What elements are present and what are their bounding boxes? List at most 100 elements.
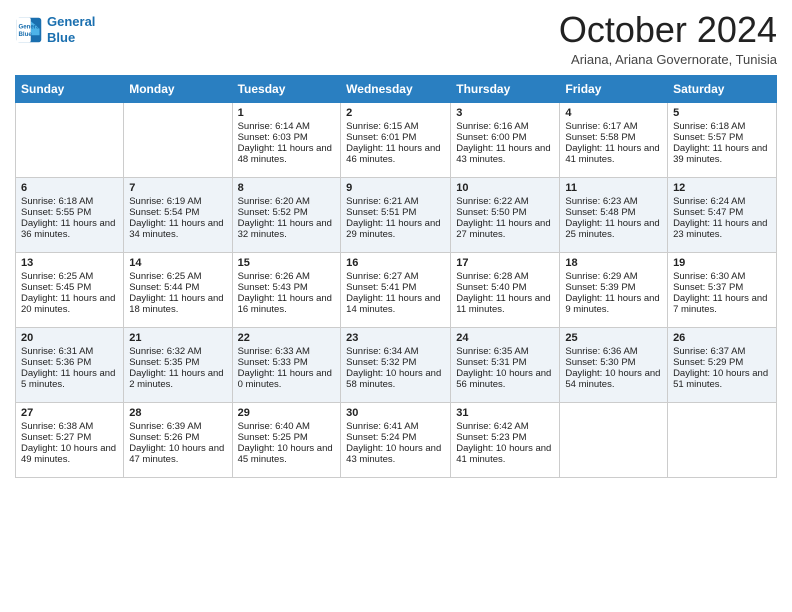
sunrise-text: Sunrise: 6:21 AM <box>346 196 418 207</box>
title-block: October 2024 Ariana, Ariana Governorate,… <box>559 10 777 67</box>
day-number: 27 <box>21 407 118 419</box>
sunrise-text: Sunrise: 6:39 AM <box>129 421 201 432</box>
sunset-text: Sunset: 5:57 PM <box>673 132 743 143</box>
sunrise-text: Sunrise: 6:37 AM <box>673 346 745 357</box>
day-number: 11 <box>565 182 662 194</box>
day-cell-3-5: 25Sunrise: 6:36 AMSunset: 5:30 PMDayligh… <box>560 327 668 402</box>
header-monday: Monday <box>124 75 232 102</box>
sunset-text: Sunset: 6:00 PM <box>456 132 526 143</box>
weekday-header-row: Sunday Monday Tuesday Wednesday Thursday… <box>16 75 777 102</box>
day-number: 23 <box>346 332 445 344</box>
day-cell-1-2: 8 Sunrise: 6:20 AMSunset: 5:52 PMDaylight… <box>232 177 341 252</box>
day-cell-1-0: 6Sunrise: 6:18 AMSunset: 5:55 PMDaylight… <box>16 177 124 252</box>
daylight-text: Daylight: 11 hours and 27 minutes. <box>456 218 550 240</box>
day-cell-2-4: 17Sunrise: 6:28 AMSunset: 5:40 PMDayligh… <box>451 252 560 327</box>
day-number: 18 <box>565 257 662 269</box>
sunset-text: Sunset: 5:39 PM <box>565 282 635 293</box>
sunset-text: Sunset: 5:32 PM <box>346 357 416 368</box>
daylight-text: Daylight: 10 hours and 43 minutes. <box>346 443 441 465</box>
sunset-text: Sunset: 5:41 PM <box>346 282 416 293</box>
sunrise-text: Sunrise: 6:42 AM <box>456 421 528 432</box>
sunrise-text: Sunrise: 6:41 AM <box>346 421 418 432</box>
day-cell-3-6: 26Sunrise: 6:37 AMSunset: 5:29 PMDayligh… <box>668 327 777 402</box>
sunset-text: Sunset: 5:44 PM <box>129 282 199 293</box>
sunset-text: Sunset: 5:48 PM <box>565 207 635 218</box>
day-cell-2-1: 14Sunrise: 6:25 AMSunset: 5:44 PMDayligh… <box>124 252 232 327</box>
day-cell-2-2: 15Sunrise: 6:26 AMSunset: 5:43 PMDayligh… <box>232 252 341 327</box>
daylight-text: Daylight: 11 hours and 14 minutes. <box>346 293 440 315</box>
day-cell-3-3: 23Sunrise: 6:34 AMSunset: 5:32 PMDayligh… <box>341 327 451 402</box>
daylight-text: Daylight: 11 hours and 32 minutes. <box>238 218 332 240</box>
daylight-text: Daylight: 10 hours and 58 minutes. <box>346 368 441 390</box>
header-thursday: Thursday <box>451 75 560 102</box>
day-cell-2-5: 18Sunrise: 6:29 AMSunset: 5:39 PMDayligh… <box>560 252 668 327</box>
header-saturday: Saturday <box>668 75 777 102</box>
sunrise-text: Sunrise: 6:26 AM <box>238 271 310 282</box>
sunset-text: Sunset: 5:33 PM <box>238 357 308 368</box>
day-cell-0-3: 2Sunrise: 6:15 AMSunset: 6:01 PMDaylight… <box>341 102 451 177</box>
day-cell-0-6: 5Sunrise: 6:18 AMSunset: 5:57 PMDaylight… <box>668 102 777 177</box>
day-cell-1-5: 11Sunrise: 6:23 AMSunset: 5:48 PMDayligh… <box>560 177 668 252</box>
daylight-text: Daylight: 11 hours and 46 minutes. <box>346 143 440 165</box>
sunset-text: Sunset: 5:43 PM <box>238 282 308 293</box>
day-cell-2-3: 16Sunrise: 6:27 AMSunset: 5:41 PMDayligh… <box>341 252 451 327</box>
daylight-text: Daylight: 11 hours and 23 minutes. <box>673 218 767 240</box>
day-number: 29 <box>238 407 336 419</box>
day-number: 31 <box>456 407 554 419</box>
page: General Blue General Blue October 2024 A… <box>0 0 792 612</box>
sunset-text: Sunset: 5:29 PM <box>673 357 743 368</box>
header-friday: Friday <box>560 75 668 102</box>
sunset-text: Sunset: 5:24 PM <box>346 432 416 443</box>
sunset-text: Sunset: 5:58 PM <box>565 132 635 143</box>
day-number: 12 <box>673 182 771 194</box>
daylight-text: Daylight: 10 hours and 56 minutes. <box>456 368 551 390</box>
day-cell-3-2: 22Sunrise: 6:33 AMSunset: 5:33 PMDayligh… <box>232 327 341 402</box>
sunset-text: Sunset: 5:31 PM <box>456 357 526 368</box>
daylight-text: Daylight: 11 hours and 11 minutes. <box>456 293 550 315</box>
sunset-text: Sunset: 5:52 PM <box>238 207 308 218</box>
sunset-text: Sunset: 5:51 PM <box>346 207 416 218</box>
week-row-1: 1 Sunrise: 6:14 AMSunset: 6:03 PM Daylight… <box>16 102 777 177</box>
sunset-text: Sunset: 6:03 PM <box>238 132 308 143</box>
sunrise-text: Sunrise: 6:29 AM <box>565 271 637 282</box>
daylight-text: Daylight: 11 hours and 25 minutes. <box>565 218 659 240</box>
day-number: 3 <box>456 107 554 119</box>
calendar-table: Sunday Monday Tuesday Wednesday Thursday… <box>15 75 777 478</box>
sunset-text: Sunset: 5:27 PM <box>21 432 91 443</box>
sunset-text: Sunset: 5:23 PM <box>456 432 526 443</box>
sunset-text: Sunset: 5:26 PM <box>129 432 199 443</box>
day-number: 8 <box>238 182 336 194</box>
day-number: 22 <box>238 332 336 344</box>
day-cell-0-1 <box>124 102 232 177</box>
daylight-text: Daylight: 10 hours and 54 minutes. <box>565 368 660 390</box>
daylight-text: Daylight: 11 hours and 0 minutes. <box>238 368 332 390</box>
daylight-text: Daylight: 11 hours and 7 minutes. <box>673 293 767 315</box>
sunset-text: Sunset: 5:37 PM <box>673 282 743 293</box>
sunrise-text: Sunrise: 6:40 AM <box>238 421 310 432</box>
daylight-text: Daylight: 11 hours and 29 minutes. <box>346 218 440 240</box>
week-row-4: 20Sunrise: 6:31 AMSunset: 5:36 PMDayligh… <box>16 327 777 402</box>
day-cell-4-1: 28Sunrise: 6:39 AMSunset: 5:26 PMDayligh… <box>124 402 232 477</box>
day-number: 2 <box>346 107 445 119</box>
day-number: 1 <box>238 107 336 119</box>
daylight-text: Daylight: 11 hours and 41 minutes. <box>565 143 659 165</box>
sunrise-text: Sunrise: 6:17 AM <box>565 121 637 132</box>
day-cell-0-0 <box>16 102 124 177</box>
day-number: 16 <box>346 257 445 269</box>
day-number: 7 <box>129 182 226 194</box>
daylight-text: Daylight: 11 hours and 16 minutes. <box>238 293 332 315</box>
sunrise-text: Sunrise: 6:20 AM <box>238 196 310 207</box>
sunrise-text: Sunrise: 6:14 AM <box>238 121 310 132</box>
day-number: 9 <box>346 182 445 194</box>
day-cell-4-5 <box>560 402 668 477</box>
sunset-text: Sunset: 5:35 PM <box>129 357 199 368</box>
sunrise-text: Sunrise: 6:25 AM <box>129 271 201 282</box>
day-number: 19 <box>673 257 771 269</box>
day-cell-4-6 <box>668 402 777 477</box>
day-cell-3-0: 20Sunrise: 6:31 AMSunset: 5:36 PMDayligh… <box>16 327 124 402</box>
week-row-3: 13Sunrise: 6:25 AMSunset: 5:45 PMDayligh… <box>16 252 777 327</box>
logo-text-blue: Blue <box>47 30 95 46</box>
svg-text:General: General <box>19 23 42 30</box>
sunrise-text: Sunrise: 6:24 AM <box>673 196 745 207</box>
day-number: 20 <box>21 332 118 344</box>
